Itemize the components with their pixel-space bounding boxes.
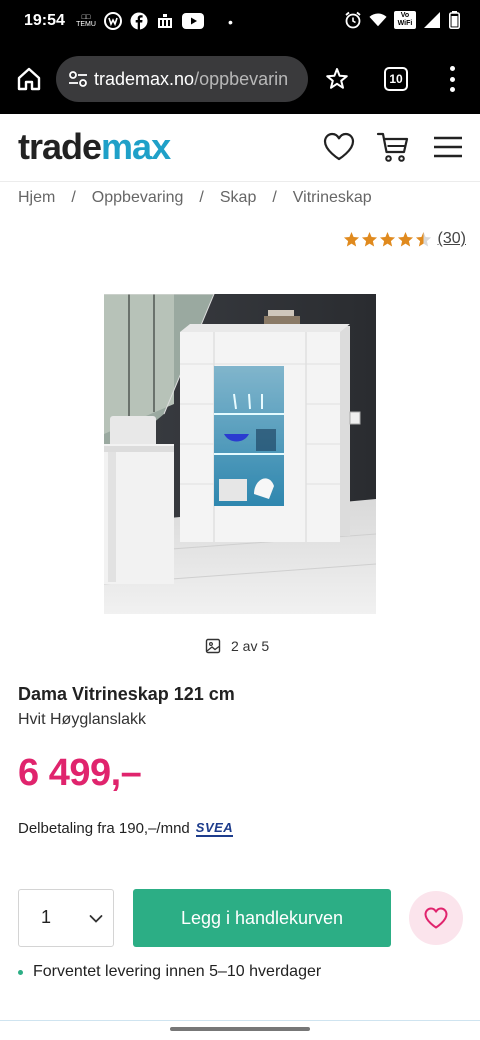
star-icon [361, 231, 377, 246]
wifi-icon [369, 11, 387, 29]
tab-switcher-button[interactable]: 10 [384, 67, 408, 91]
url-domain: trademax.no [94, 69, 195, 89]
youtube-icon [182, 12, 204, 30]
gesture-navigation-bar[interactable] [170, 1027, 310, 1031]
bookmark-button[interactable] [324, 66, 350, 92]
product-name: Dama Vitrineskap 121 cm [18, 684, 235, 704]
bottom-divider [0, 1020, 480, 1021]
news-icon [156, 12, 174, 30]
address-bar[interactable]: trademax.no/oppbevarin [56, 56, 308, 102]
product-variant: Hvit Høyglanslakk [18, 711, 147, 728]
breadcrumb-separator: / [272, 189, 277, 206]
cart-icon [376, 132, 409, 162]
status-bar: 19:54 □□ TEMU • Vo WiFi [0, 0, 480, 44]
facebook-icon [130, 12, 148, 30]
site-menu-button[interactable] [432, 130, 466, 164]
heart-icon [323, 132, 355, 161]
installment-text: Delbetaling fra 190,–/mnd [18, 820, 190, 837]
delivery-status-dot [18, 969, 23, 975]
wishlist-header-button[interactable] [322, 130, 356, 164]
svea-logo: SVEA [195, 819, 234, 837]
hamburger-icon [434, 136, 462, 158]
chevron-down-icon [89, 915, 103, 923]
battery-icon [448, 11, 460, 29]
breadcrumb-item-oppbevaring[interactable]: Oppbevaring [92, 189, 184, 207]
star-icon [379, 231, 395, 246]
home-icon [17, 67, 41, 91]
delivery-text: Forventet levering innen 5–10 hverdager [33, 963, 322, 980]
image-counter-text: 2 av 5 [231, 638, 270, 654]
add-to-wishlist-button[interactable] [409, 891, 463, 945]
status-time: 19:54 [24, 12, 65, 29]
cart-button[interactable] [376, 130, 410, 164]
delivery-info: Forventet levering innen 5–10 hverdager [18, 963, 321, 981]
breadcrumb-separator: / [199, 189, 204, 206]
installment-info[interactable]: Delbetaling fra 190,–/mnd SVEA [18, 819, 234, 837]
product-rating[interactable]: (30) [343, 230, 466, 248]
quantity-value: 1 [41, 907, 52, 927]
star-icon [397, 231, 413, 246]
status-notification-dot: • [228, 14, 233, 30]
signal-icon [423, 11, 441, 29]
browser-menu-button[interactable] [444, 66, 460, 92]
home-button[interactable] [16, 66, 42, 92]
image-counter: 2 av 5 [205, 638, 269, 654]
status-right-icons: Vo WiFi [344, 11, 460, 29]
w-app-icon [104, 12, 122, 30]
breadcrumb-item-skap[interactable]: Skap [220, 189, 256, 207]
star-icon [415, 231, 431, 246]
add-to-cart-button[interactable]: Legg i handlekurven [133, 889, 391, 947]
heart-icon [424, 907, 448, 929]
product-image[interactable] [104, 294, 376, 614]
site-settings-icon[interactable] [68, 70, 88, 88]
trademax-logo[interactable]: trademax [18, 125, 171, 169]
image-icon [205, 638, 221, 654]
browser-toolbar: trademax.no/oppbevarin 10 [0, 44, 480, 114]
quantity-select[interactable]: 1 [18, 889, 114, 947]
breadcrumb-item-hjem[interactable]: Hjem [18, 189, 55, 207]
breadcrumb-item-vitrineskap[interactable]: Vitrineskap [293, 189, 372, 207]
url-path: /oppbevarin [194, 69, 289, 89]
rating-count[interactable]: (30) [438, 230, 466, 248]
breadcrumb: Hjem / Oppbevaring / Skap / Vitrineskap [18, 189, 372, 207]
product-price: 6 499,– [18, 752, 142, 794]
alarm-icon [344, 11, 362, 29]
star-icon [343, 231, 359, 246]
site-header: trademax [0, 114, 480, 182]
url-text[interactable]: trademax.no/oppbevarin [94, 69, 300, 90]
product-photo [104, 294, 376, 614]
temu-icon: □□ TEMU [76, 14, 96, 28]
breadcrumb-separator: / [71, 189, 76, 206]
vowifi-icon: Vo WiFi [394, 11, 416, 29]
star-icon [326, 68, 348, 89]
rating-stars [343, 231, 432, 248]
status-left-icons: □□ TEMU [76, 12, 204, 30]
